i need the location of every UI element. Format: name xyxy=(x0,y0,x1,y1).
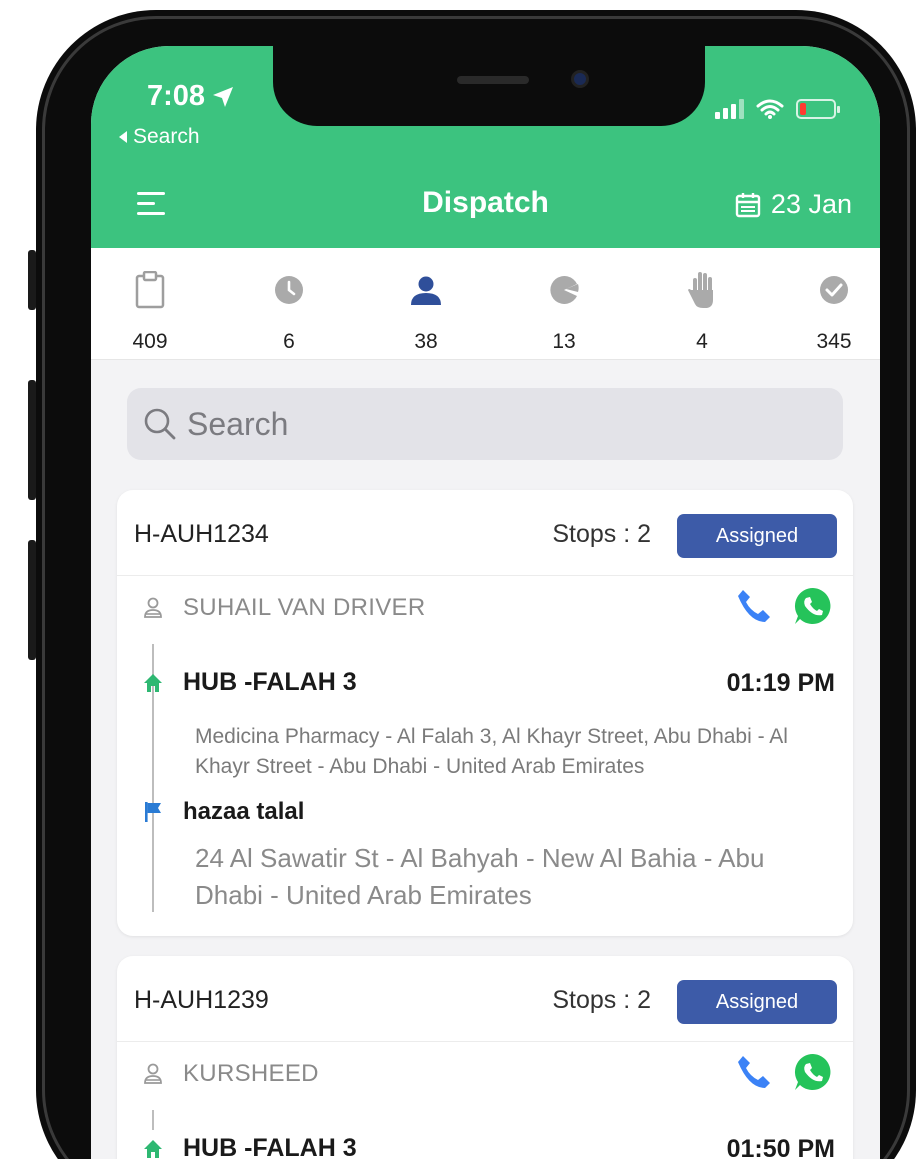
back-label: Search xyxy=(133,125,200,148)
calendar-icon xyxy=(735,192,761,217)
person-icon xyxy=(411,276,441,305)
stat-count: 4 xyxy=(696,330,708,353)
order-card[interactable]: H-AUH1239 Stops : 2 Assigned KURSHEED HU… xyxy=(117,956,853,1159)
search-input[interactable] xyxy=(187,405,787,443)
stat-assigned[interactable]: 38 xyxy=(391,270,461,354)
home-icon xyxy=(144,1139,162,1158)
check-circle-icon xyxy=(820,276,848,304)
pickup-name: HUB -FALAH 3 xyxy=(183,668,357,696)
order-card[interactable]: H-AUH1234 Stops : 2 Assigned SUHAIL VAN … xyxy=(117,490,853,936)
clipboard-icon xyxy=(135,271,165,309)
driver-name: SUHAIL VAN DRIVER xyxy=(183,594,426,621)
status-badge: Assigned xyxy=(677,980,837,1024)
pickup-name: HUB -FALAH 3 xyxy=(183,1134,357,1159)
stat-in-progress[interactable]: 13 xyxy=(529,270,599,354)
whatsapp-icon[interactable] xyxy=(793,586,833,626)
cell-signal-icon xyxy=(715,99,744,119)
speaker-grille xyxy=(457,76,529,84)
user-outline-icon xyxy=(144,1063,162,1084)
drop-name: hazaa talal xyxy=(183,798,305,825)
stat-total[interactable]: 409 xyxy=(115,270,185,354)
driver-row: SUHAIL VAN DRIVER xyxy=(143,594,426,622)
home-icon xyxy=(144,673,162,692)
order-id: H-AUH1239 xyxy=(134,986,269,1014)
status-icons xyxy=(715,98,840,120)
device-notch xyxy=(273,46,705,126)
flag-icon xyxy=(145,802,161,822)
order-card-header: H-AUH1239 Stops : 2 Assigned xyxy=(117,956,853,1042)
hand-icon xyxy=(688,272,713,308)
drop-address: 24 Al Sawatir St - Al Bahyah - New Al Ba… xyxy=(195,843,765,910)
back-to-search-link[interactable]: Search xyxy=(117,125,200,149)
user-outline-icon xyxy=(144,597,162,618)
stat-completed[interactable]: 345 xyxy=(799,270,869,354)
clock-icon xyxy=(275,276,303,304)
contact-actions xyxy=(735,1052,833,1092)
stops-count: Stops : 2 xyxy=(552,986,651,1014)
status-time: 7:08 xyxy=(147,80,235,113)
date-picker-button[interactable]: 23 Jan xyxy=(735,189,852,220)
pickup-row: HUB -FALAH 3 xyxy=(143,668,357,697)
pickup-time: 01:50 PM xyxy=(726,1135,835,1159)
stat-count: 13 xyxy=(552,330,576,353)
app-header: 7:08 Search Dispatch 23 Jan xyxy=(91,46,880,248)
stat-count: 345 xyxy=(816,330,852,353)
stat-count: 409 xyxy=(132,330,168,353)
mute-switch xyxy=(28,250,36,310)
stat-on-hold[interactable]: 4 xyxy=(667,270,737,354)
status-time-text: 7:08 xyxy=(147,80,206,112)
pie-chart-icon xyxy=(550,276,579,304)
search-bar xyxy=(127,388,843,460)
stat-count: 38 xyxy=(414,330,438,353)
pickup-row: HUB -FALAH 3 xyxy=(143,1134,357,1159)
pickup-time: 01:19 PM xyxy=(726,669,835,697)
wifi-icon xyxy=(756,99,784,119)
location-arrow-icon xyxy=(213,86,234,107)
status-badge: Assigned xyxy=(677,514,837,558)
order-card-header: H-AUH1234 Stops : 2 Assigned xyxy=(117,490,853,576)
phone-call-icon[interactable] xyxy=(735,587,773,625)
back-triangle-icon xyxy=(119,131,127,143)
search-icon xyxy=(144,408,176,440)
volume-down-button xyxy=(28,540,36,660)
stops-count: Stops : 2 xyxy=(552,520,651,548)
selected-date: 23 Jan xyxy=(770,189,852,219)
pickup-address: Medicina Pharmacy - Al Falah 3, Al Khayr… xyxy=(195,725,788,778)
app-screen: 7:08 Search Dispatch 23 Jan 409 6 38 13 … xyxy=(91,46,880,1159)
phone-call-icon[interactable] xyxy=(735,1053,773,1091)
route-line xyxy=(152,1110,154,1130)
stat-pending[interactable]: 6 xyxy=(254,270,324,354)
drop-row: hazaa talal xyxy=(143,798,304,826)
driver-name: KURSHEED xyxy=(183,1060,319,1087)
volume-up-button xyxy=(28,380,36,500)
order-id: H-AUH1234 xyxy=(134,520,269,548)
battery-icon xyxy=(796,99,840,119)
whatsapp-icon[interactable] xyxy=(793,1052,833,1092)
driver-row: KURSHEED xyxy=(143,1060,319,1088)
front-camera xyxy=(571,70,589,88)
status-summary-bar: 409 6 38 13 4 345 xyxy=(91,248,880,360)
contact-actions xyxy=(735,586,833,626)
stat-count: 6 xyxy=(283,330,295,353)
